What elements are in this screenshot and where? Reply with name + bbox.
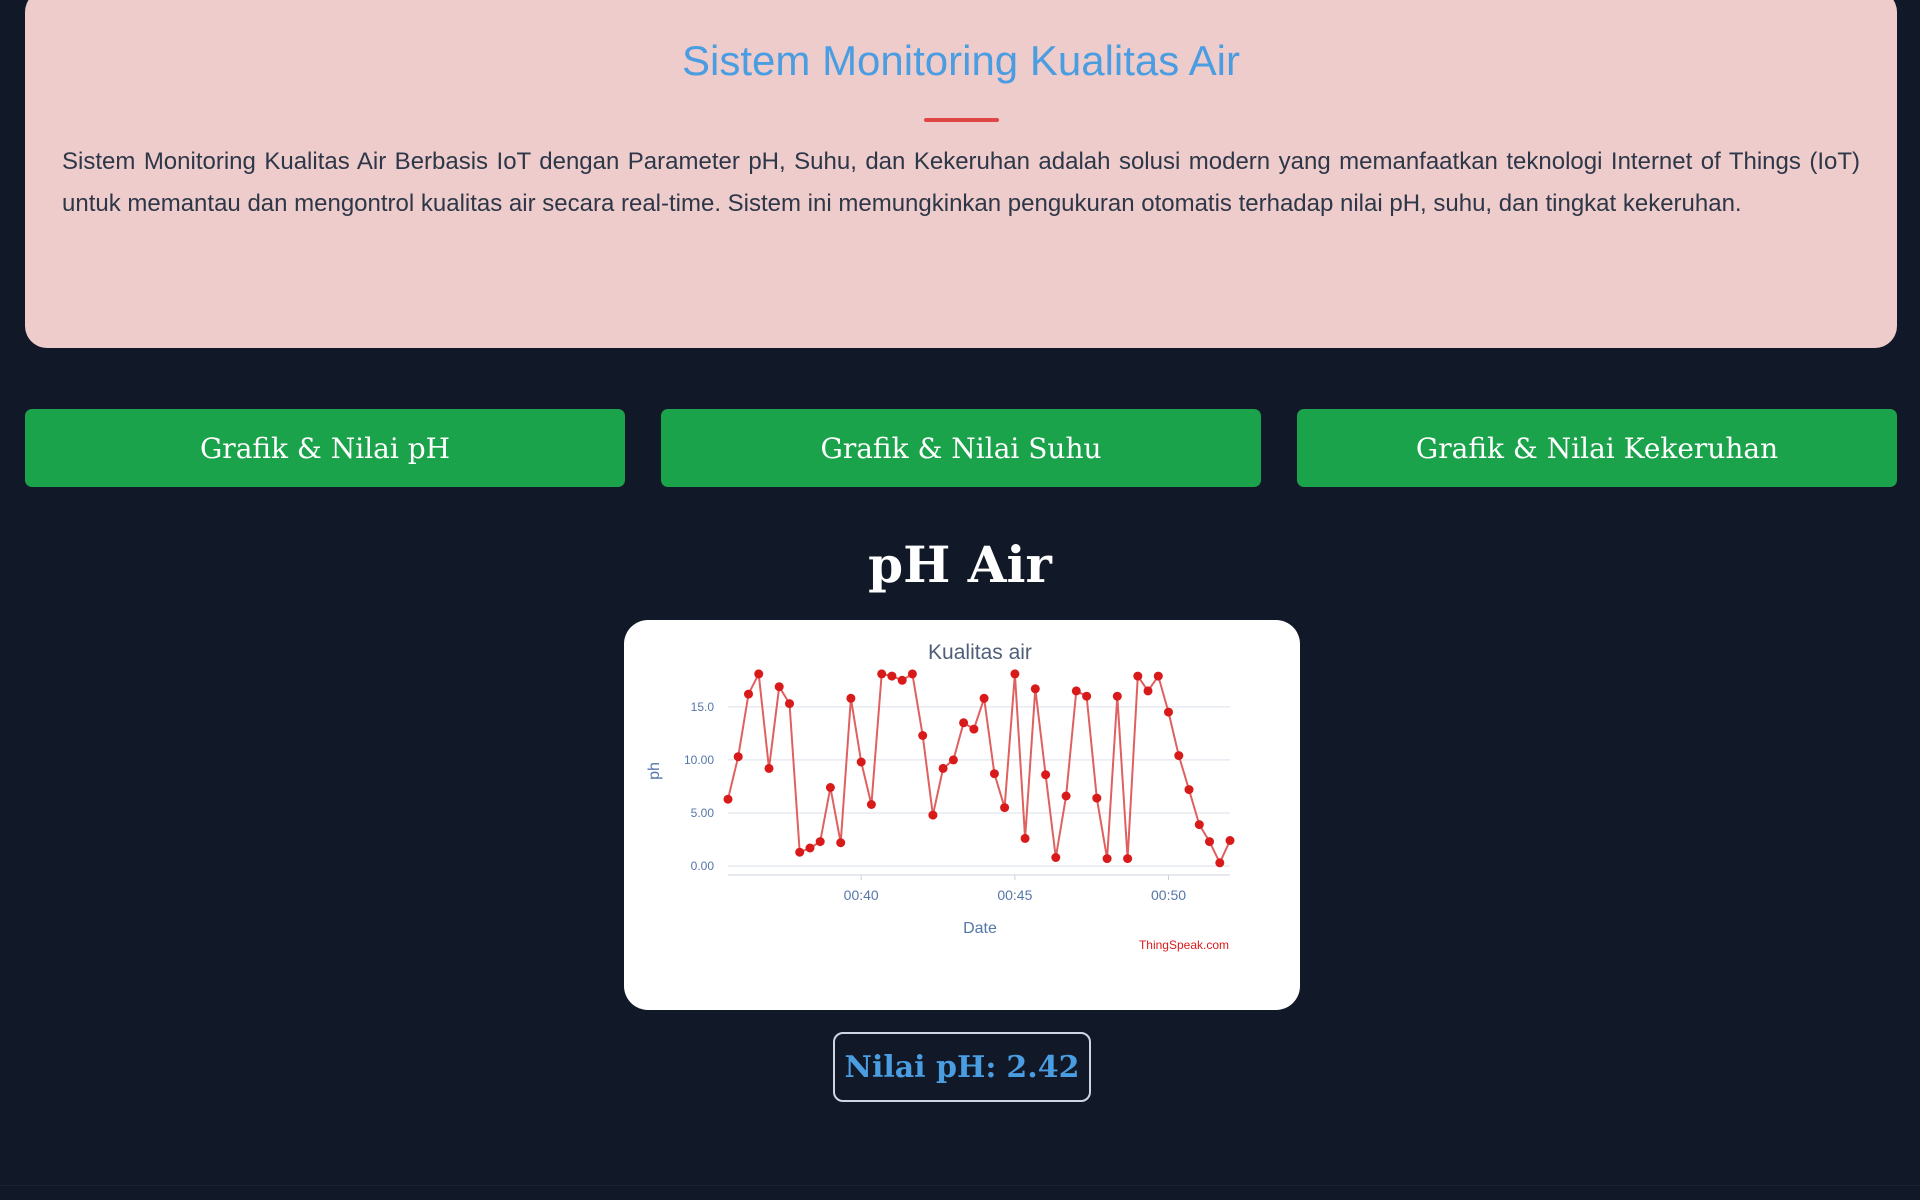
chart-data-point[interactable]	[744, 689, 753, 699]
chart-data-point[interactable]	[1092, 793, 1102, 803]
chart-data-point[interactable]	[1194, 820, 1204, 830]
ph-value-display: Nilai pH: 2.42	[833, 1032, 1091, 1102]
tab-turbidity-button[interactable]: Grafik & Nilai Kekeruhan	[1297, 409, 1897, 487]
chart-data-point[interactable]	[805, 843, 815, 853]
ph-line-chart: 0.00 5.00 10.00 15.0 00:40 00:45 00:50 Kualita…	[646, 641, 1235, 952]
chart-data-point[interactable]	[1174, 751, 1184, 761]
chart-data-point[interactable]	[1153, 671, 1163, 681]
chart-data-point[interactable]	[918, 731, 928, 740]
chart-x-tick-label: 00:50	[1151, 887, 1186, 903]
graph-tabs: Grafik & Nilai pH Grafik & Nilai Suhu Gr…	[25, 409, 1897, 487]
chart-data-point[interactable]	[959, 718, 969, 728]
intro-card: Sistem Monitoring Kualitas Air Sistem Mo…	[25, 0, 1897, 348]
chart-x-tick-label: 00:40	[844, 887, 879, 903]
chart-data-point[interactable]	[1041, 770, 1051, 780]
chart-data-point[interactable]	[1051, 853, 1061, 862]
page-title: Sistem Monitoring Kualitas Air	[682, 37, 1240, 84]
chart-y-tick-label: 0.00	[691, 859, 715, 873]
chart-y-tick-label: 5.00	[691, 806, 715, 820]
chart-data-point[interactable]	[856, 757, 866, 767]
chart-data-point[interactable]	[785, 699, 794, 709]
chart-data-point[interactable]	[1082, 691, 1092, 701]
chart-data-point[interactable]	[1133, 671, 1143, 681]
chart-data-point[interactable]	[825, 783, 835, 792]
chart-data-point[interactable]	[1123, 854, 1133, 864]
chart-data-point[interactable]	[1010, 669, 1020, 679]
chart-y-tick-label: 10.00	[684, 753, 714, 767]
chart-y-axis-label: ph	[646, 762, 663, 780]
chart-data-point[interactable]	[723, 794, 733, 804]
chart-data-point[interactable]	[1071, 686, 1081, 696]
page-bottom-divider	[0, 1185, 1920, 1186]
chart-data-point[interactable]	[1102, 854, 1112, 864]
chart-data-point[interactable]	[1112, 691, 1122, 701]
chart-series-line	[727, 672, 1231, 864]
chart-data-point[interactable]	[887, 671, 897, 681]
chart-x-axis-label: Date	[963, 920, 997, 937]
chart-data-point[interactable]	[989, 769, 999, 779]
tab-temperature-button[interactable]: Grafik & Nilai Suhu	[661, 409, 1261, 487]
chart-data-point[interactable]	[866, 800, 876, 809]
ph-chart-card: 0.00 5.00 10.00 15.0 00:40 00:45 00:50 Kualita…	[624, 620, 1300, 1010]
chart-data-point[interactable]	[795, 847, 805, 857]
title-divider	[923, 118, 999, 122]
chart-data-point[interactable]	[836, 838, 846, 848]
chart-data-point[interactable]	[764, 763, 774, 773]
chart-x-tick-label: 00:45	[997, 887, 1032, 903]
section-title: pH Air	[868, 535, 1052, 594]
chart-data-point[interactable]	[1184, 785, 1194, 795]
tab-ph-button[interactable]: Grafik & Nilai pH	[25, 409, 625, 487]
chart-data-point[interactable]	[928, 810, 938, 820]
chart-data-point[interactable]	[774, 682, 784, 692]
chart-data-point[interactable]	[846, 693, 856, 703]
page: Sistem Monitoring Kualitas Air Sistem Mo…	[0, 0, 1920, 1200]
chart-data-point[interactable]	[1030, 684, 1040, 694]
chart-data-point[interactable]	[948, 755, 958, 765]
chart-y-tick-label: 15.0	[691, 700, 715, 714]
intro-description: Sistem Monitoring Kualitas Air Berbasis …	[62, 148, 1860, 217]
chart-data-point[interactable]	[1205, 837, 1214, 847]
ph-value-label: Nilai pH:	[844, 1049, 997, 1085]
ph-value-reading: 2.42	[1006, 1049, 1080, 1085]
chart-credit-link[interactable]: ThingSpeak.com	[1139, 938, 1229, 952]
chart-data-point[interactable]	[1143, 686, 1153, 696]
chart-data-point[interactable]	[1164, 707, 1173, 717]
chart-data-point[interactable]	[815, 837, 825, 847]
chart-data-point[interactable]	[1225, 836, 1235, 845]
chart-data-point[interactable]	[897, 675, 907, 685]
chart-data-point[interactable]	[877, 669, 887, 679]
chart-data-point[interactable]	[733, 752, 743, 762]
chart-data-point[interactable]	[1215, 858, 1225, 868]
chart-title: Kualitas air	[928, 641, 1032, 664]
chart-data-point[interactable]	[907, 669, 917, 679]
chart-data-point[interactable]	[1000, 803, 1010, 813]
chart-data-point[interactable]	[754, 669, 764, 679]
chart-data-point[interactable]	[969, 724, 979, 734]
chart-data-point[interactable]	[1061, 791, 1071, 801]
chart-data-point[interactable]	[1020, 833, 1030, 843]
chart-data-point[interactable]	[938, 763, 948, 773]
chart-data-point[interactable]	[979, 693, 989, 703]
